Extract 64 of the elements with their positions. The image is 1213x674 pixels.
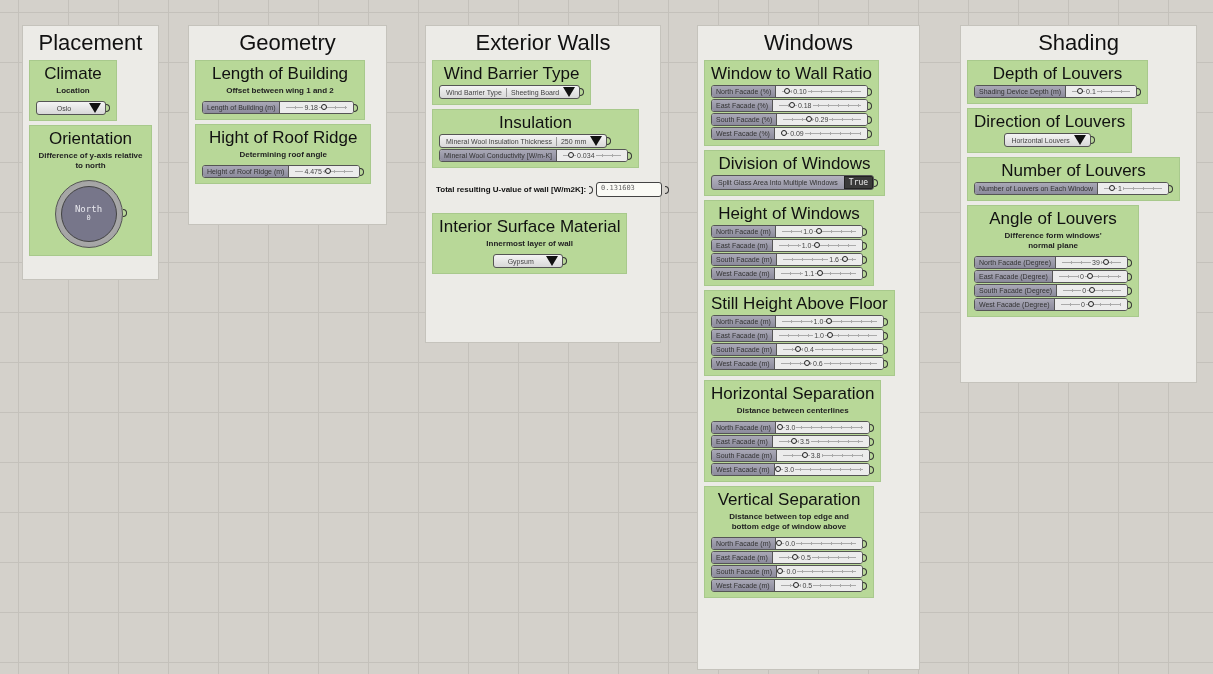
card-title: Insulation	[499, 112, 572, 133]
caret-icon	[563, 87, 576, 97]
card-title: Direction of Louvers	[974, 111, 1126, 132]
slider-thumb[interactable]	[776, 540, 783, 546]
slider-thumb[interactable]	[1087, 301, 1094, 307]
card-title: Depth of Louvers	[992, 63, 1123, 84]
slider-thumb[interactable]	[1109, 185, 1115, 191]
card-title: Angle of Louvers	[989, 208, 1117, 229]
card-title: Window to Wall Ratio	[711, 63, 872, 84]
slider-thumb[interactable]	[777, 568, 784, 574]
card-title: Still Height Above Floor	[711, 293, 888, 314]
card-title: Number of Louvers	[1001, 160, 1146, 181]
card-subtitle: Offset between wing 1 and 2	[226, 86, 334, 96]
caret-icon	[89, 103, 101, 113]
slider-thumb[interactable]	[805, 116, 812, 122]
slider-thumb[interactable]	[826, 332, 833, 338]
slider-thumb[interactable]	[1102, 259, 1109, 265]
slider-thumb[interactable]	[815, 228, 822, 234]
card-title: Horizontal Separation	[711, 383, 875, 404]
slider-thumb[interactable]	[826, 318, 833, 324]
slider-thumb[interactable]	[1077, 88, 1084, 94]
card-title: Orientation	[48, 128, 133, 149]
card-subtitle: Difference form windows' normal plane	[1003, 231, 1103, 251]
group-title: Shading	[1037, 30, 1120, 56]
card-title: Hight of Roof Ridge	[209, 127, 358, 148]
card-title: Division of Windows	[718, 153, 871, 174]
group-title: Placement	[37, 30, 144, 56]
card-title: Wind Barrier Type	[443, 63, 580, 84]
card-subtitle: Distance between top edge and bottom edge of window above	[729, 512, 849, 532]
slider-thumb[interactable]	[321, 104, 327, 110]
slider-thumb[interactable]	[1089, 287, 1096, 293]
slider-thumb[interactable]	[775, 466, 782, 472]
slider-thumb[interactable]	[817, 270, 823, 276]
slider-thumb[interactable]	[842, 256, 848, 262]
slider-thumb[interactable]	[801, 452, 808, 458]
card-title: Vertical Separation	[717, 489, 861, 510]
group-title: Windows	[762, 30, 855, 56]
group-title: Exterior Walls	[474, 30, 612, 56]
slider-thumb[interactable]	[792, 554, 799, 560]
slider-thumb[interactable]	[795, 346, 802, 352]
readout-label: Total resulting U-value of wall [W/m2K]:	[436, 185, 587, 194]
slider-thumb[interactable]	[1087, 273, 1093, 279]
slider-thumb[interactable]	[793, 582, 800, 588]
card-subtitle: Location	[56, 86, 90, 96]
card-title: Height of Windows	[718, 203, 860, 224]
card-title: Interior Surface Material	[439, 216, 621, 237]
slider-thumb[interactable]	[776, 424, 783, 430]
card-subtitle: Determining roof angle	[239, 150, 327, 160]
card-subtitle: Innermost layer of wall	[486, 239, 574, 249]
group-title: Geometry	[238, 30, 337, 56]
slider-thumb[interactable]	[788, 102, 795, 108]
slider-thumb[interactable]	[781, 130, 788, 136]
slider-thumb[interactable]	[784, 88, 791, 94]
slider-thumb[interactable]	[568, 152, 574, 158]
card-subtitle: Difference of y-axis relative to north	[37, 151, 144, 171]
slider-thumb[interactable]	[324, 168, 331, 174]
slider-thumb[interactable]	[804, 360, 810, 366]
card-title: Length of Building	[211, 63, 349, 84]
caret-icon	[545, 256, 558, 266]
slider-thumb[interactable]	[814, 242, 821, 248]
caret-icon	[1073, 135, 1086, 145]
card-subtitle: Distance between centerlines	[736, 406, 849, 416]
slider-thumb[interactable]	[791, 438, 798, 444]
card-title: Climate	[44, 63, 102, 84]
